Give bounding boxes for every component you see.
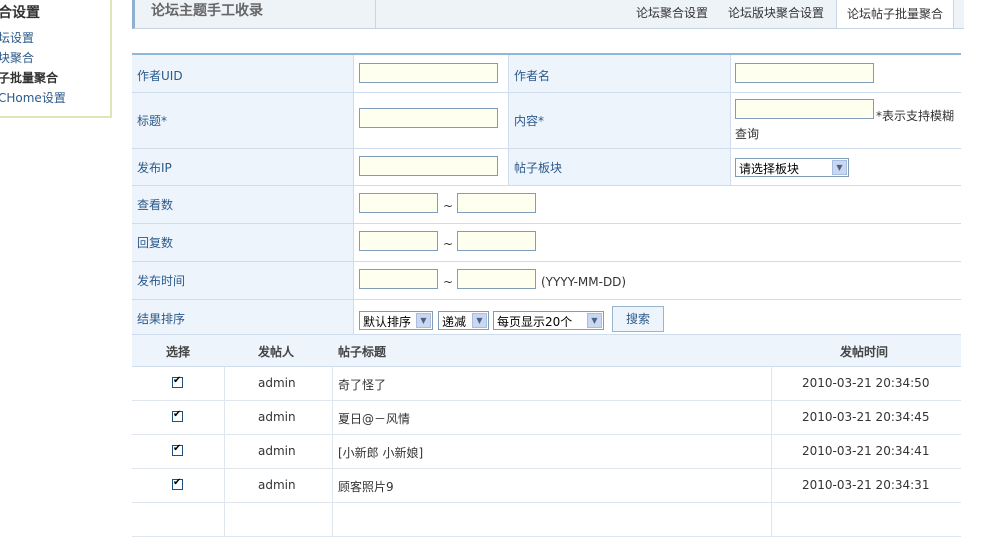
views-max-input[interactable]: [457, 193, 536, 213]
sidebar-item-forum-settings[interactable]: 坛设置: [0, 29, 34, 46]
sort-select[interactable]: 默认排序 ▼: [359, 311, 433, 330]
sidebar-item-post-batch-aggregate[interactable]: 子批量聚合: [0, 69, 58, 86]
range-separator: ~: [443, 237, 454, 251]
chevron-down-icon[interactable]: ▼: [416, 313, 431, 328]
form-row-time: 发布时间 ~ (YYYY-MM-DD): [132, 262, 961, 300]
row-title-link[interactable]: 顾客照片9: [338, 478, 394, 495]
page-title: 论坛主题手工收录: [151, 3, 263, 19]
fuzzy-search-hint: *表示支持模糊: [876, 109, 955, 123]
row-checkbox[interactable]: [172, 443, 183, 456]
row-time: 2010-03-21 20:34:50: [802, 376, 930, 390]
header-select: 选择: [166, 345, 191, 359]
form-row-replies: 回复数 ~: [132, 224, 961, 262]
order-select-value: 递减: [442, 315, 467, 329]
fuzzy-search-hint-cont: 查询: [735, 127, 760, 141]
row-time: 2010-03-21 20:34:45: [802, 410, 930, 424]
order-select[interactable]: 递减 ▼: [438, 311, 489, 330]
header-divider: [375, 0, 376, 28]
author-name-label: 作者名: [514, 69, 551, 83]
range-separator: ~: [443, 199, 454, 213]
search-button[interactable]: 搜索: [612, 306, 664, 332]
forum-select[interactable]: 请选择板块 ▼: [735, 158, 849, 177]
page-header: 论坛主题手工收录 论坛聚合设置 论坛版块聚合设置 论坛帖子批量聚合: [132, 0, 964, 29]
forum-label: 帖子板块: [514, 161, 563, 175]
row-title-link[interactable]: 奇了怪了: [338, 376, 386, 393]
chevron-down-icon[interactable]: ▼: [832, 160, 847, 175]
chevron-down-icon[interactable]: ▼: [587, 313, 602, 328]
ip-label: 发布IP: [137, 161, 172, 175]
content-label: 内容*: [514, 114, 545, 128]
replies-max-input[interactable]: [457, 231, 536, 251]
sidebar-item-uchome-settings[interactable]: CHome设置: [0, 89, 66, 106]
per-page-select[interactable]: 每页显示20个 ▼: [493, 311, 604, 330]
row-author: admin: [258, 376, 296, 390]
table-row: admin 奇了怪了 2010-03-21 20:34:50: [132, 367, 961, 401]
row-author: admin: [258, 410, 296, 424]
sidebar: 合设置 坛设置 块聚合 子批量聚合 CHome设置: [0, 0, 112, 118]
sidebar-item-board-aggregate[interactable]: 块聚合: [0, 49, 34, 66]
author-uid-label: 作者UID: [137, 69, 183, 83]
table-row: admin 夏日@－风情 2010-03-21 20:34:45: [132, 401, 961, 435]
time-start-input[interactable]: [359, 269, 438, 289]
title-label: 标题*: [137, 114, 168, 128]
results-table: 选择 发帖人 帖子标题 发帖时间 admin 奇了怪了 2010-03-21 2…: [132, 334, 961, 537]
table-row: admin [小新郎 小新娘] 2010-03-21 20:34:41: [132, 435, 961, 469]
row-author: admin: [258, 444, 296, 458]
sort-select-value: 默认排序: [363, 315, 412, 329]
form-row-views: 查看数 ~: [132, 186, 961, 224]
row-checkbox[interactable]: [172, 409, 183, 422]
table-row: admin 顾客照片9 2010-03-21 20:34:31: [132, 469, 961, 503]
content-input[interactable]: [735, 99, 874, 119]
sort-label: 结果排序: [137, 312, 186, 326]
row-checkbox[interactable]: [172, 375, 183, 388]
form-row-ip: 发布IP 帖子板块 请选择板块 ▼: [132, 149, 961, 186]
replies-label: 回复数: [137, 236, 174, 250]
chevron-down-icon[interactable]: ▼: [472, 313, 487, 328]
form-row-sort: 结果排序 默认排序 ▼ 递减 ▼ 每页显示20个 ▼ 搜索: [132, 300, 961, 337]
time-label: 发布时间: [137, 274, 186, 288]
row-title-link[interactable]: [小新郎 小新娘]: [338, 444, 423, 461]
tab-board-aggregate-settings[interactable]: 论坛版块聚合设置: [728, 4, 824, 21]
views-label: 查看数: [137, 198, 174, 212]
search-form: 作者UID 作者名 标题* 内容* *表示支持模糊 查询 发布IP 帖子板块 请…: [132, 53, 961, 337]
per-page-select-value: 每页显示20个: [497, 315, 573, 329]
ip-input[interactable]: [359, 156, 498, 176]
row-time: 2010-03-21 20:34:41: [802, 444, 930, 458]
row-time: 2010-03-21 20:34:31: [802, 478, 930, 492]
row-title-link[interactable]: 夏日@－风情: [338, 410, 410, 427]
header-time: 发帖时间: [840, 345, 889, 359]
time-end-input[interactable]: [457, 269, 536, 289]
replies-min-input[interactable]: [359, 231, 438, 251]
date-format-hint: (YYYY-MM-DD): [541, 275, 627, 289]
title-input[interactable]: [359, 108, 498, 128]
form-row-author: 作者UID 作者名: [132, 55, 961, 93]
results-header: 选择 发帖人 帖子标题 发帖时间: [132, 334, 961, 367]
views-min-input[interactable]: [359, 193, 438, 213]
header-author: 发帖人: [258, 345, 295, 359]
author-uid-input[interactable]: [359, 63, 498, 83]
range-separator: ~: [443, 275, 454, 289]
sidebar-title: 合设置: [0, 5, 40, 21]
tab-post-batch-aggregate[interactable]: 论坛帖子批量聚合: [836, 0, 955, 28]
forum-select-value: 请选择板块: [739, 162, 800, 176]
header-title: 帖子标题: [338, 345, 387, 359]
tab-forum-aggregate-settings[interactable]: 论坛聚合设置: [636, 4, 708, 21]
author-name-input[interactable]: [735, 63, 874, 83]
form-row-title: 标题* 内容* *表示支持模糊 查询: [132, 93, 961, 149]
row-author: admin: [258, 478, 296, 492]
table-row-partial: [132, 503, 961, 537]
row-checkbox[interactable]: [172, 477, 183, 490]
